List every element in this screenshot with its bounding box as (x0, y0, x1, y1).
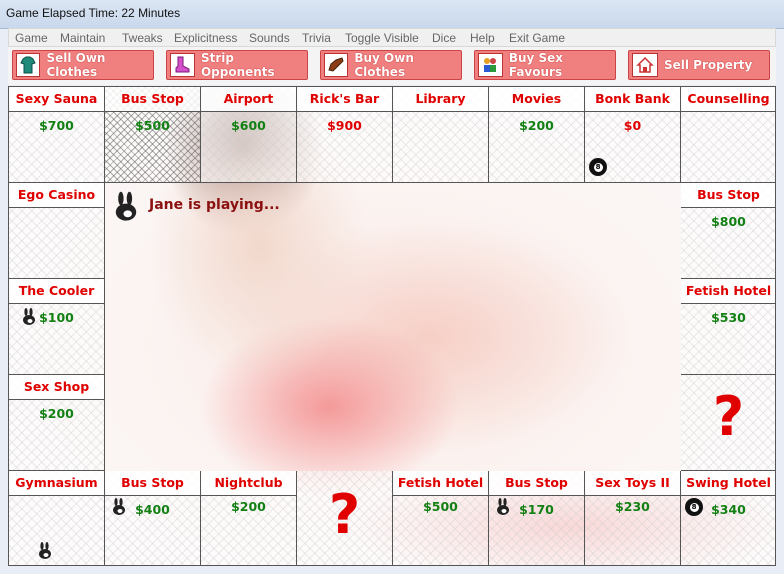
menu-dice[interactable]: Dice (432, 31, 456, 45)
space-price: $200 (231, 499, 266, 514)
buy-own-clothes-label: Buy Own Clothes (354, 51, 414, 79)
space-name: Bus Stop (681, 183, 775, 208)
sell-own-clothes-label: Sell Own Clothes (46, 51, 106, 79)
eight-ball-number: 8 (689, 502, 699, 512)
current-player-rabbit-icon (115, 191, 137, 221)
space-price: $700 (39, 118, 74, 133)
chance-question-mark: ? (712, 385, 745, 448)
space-name: Airport (201, 87, 296, 112)
space-name: Nightclub (201, 471, 296, 496)
space-name: Swing Hotel (681, 471, 775, 496)
board-space-sexy-sauna[interactable]: Sexy Sauna $700 (9, 87, 105, 183)
house-icon (632, 53, 658, 77)
eight-ball-token-icon: 8 (589, 158, 607, 176)
people-icon (478, 53, 503, 77)
rabbit-token-icon (497, 498, 509, 515)
menu-game[interactable]: Game (15, 31, 48, 45)
board-space-ego-casino[interactable]: Ego Casino (9, 183, 105, 279)
rabbit-token-icon (39, 542, 51, 559)
space-price: $200 (39, 406, 74, 421)
menu-exit-game[interactable]: Exit Game (509, 31, 565, 45)
menu-explicitness[interactable]: Explicitness (174, 31, 237, 45)
board-space-bus-stop-right[interactable]: Bus Stop $800 (681, 183, 775, 279)
board-space-movies[interactable]: Movies $200 (489, 87, 585, 183)
rabbit-token-icon (113, 498, 125, 515)
space-price: $500 (423, 499, 458, 514)
space-name: Sex Toys II (585, 471, 680, 496)
space-name: Rick's Bar (297, 87, 392, 112)
board-space-gymnasium[interactable]: Gymnasium (9, 471, 105, 565)
board-space-bus-stop-bottom-1[interactable]: Bus Stop $400 (105, 471, 201, 565)
title-bar: Game Elapsed Time: 22 Minutes (0, 0, 784, 29)
window-title: Game Elapsed Time: 22 Minutes (6, 6, 181, 20)
space-price: $230 (615, 499, 650, 514)
shirt-icon (16, 53, 41, 77)
boot-icon (170, 53, 195, 77)
board-space-bus-stop-bottom-2[interactable]: Bus Stop $170 (489, 471, 585, 565)
space-name: Bus Stop (105, 471, 200, 496)
board-space-airport[interactable]: Airport $600 (201, 87, 297, 183)
space-name: Sexy Sauna (9, 87, 104, 112)
space-name: Gymnasium (9, 471, 104, 496)
space-name: Library (393, 87, 488, 112)
space-price: $530 (711, 310, 746, 325)
board-space-the-cooler[interactable]: The Cooler $100 (9, 279, 105, 375)
space-price: $900 (327, 118, 362, 133)
space-price: $600 (231, 118, 266, 133)
sell-property-button[interactable]: Sell Property (628, 50, 770, 80)
space-price: $0 (623, 118, 642, 133)
chance-question-mark: ? (328, 483, 361, 546)
space-name: Movies (489, 87, 584, 112)
board-space-bus-stop[interactable]: Bus Stop $500 (105, 87, 201, 183)
board-space-chance-right[interactable]: ? (681, 375, 775, 471)
space-name: Fetish Hotel (393, 471, 488, 496)
toolbar: Sell Own Clothes Strip Opponents Buy Own… (8, 47, 776, 85)
board-space-chance-bottom[interactable]: ? (297, 471, 393, 565)
space-price: $500 (135, 118, 170, 133)
menu-trivia[interactable]: Trivia (302, 31, 331, 45)
space-name: Bus Stop (105, 87, 200, 112)
board-space-swing-hotel[interactable]: Swing Hotel $340 8 (681, 471, 775, 565)
board-space-sex-toys-ii[interactable]: Sex Toys II $230 (585, 471, 681, 565)
board-space-fetish-hotel-bottom[interactable]: Fetish Hotel $500 (393, 471, 489, 565)
space-name: Fetish Hotel (681, 279, 775, 304)
menu-maintain[interactable]: Maintain (60, 31, 105, 45)
strip-opponents-button[interactable]: Strip Opponents (166, 50, 308, 80)
space-name: Bus Stop (489, 471, 584, 496)
board-space-fetish-hotel-right[interactable]: Fetish Hotel $530 (681, 279, 775, 375)
menu-toggle-visible[interactable]: Toggle Visible (345, 31, 419, 45)
space-name: Ego Casino (9, 183, 104, 208)
space-name: Counselling (681, 87, 775, 112)
game-board: Sexy Sauna $700 Bus Stop $500 Airport $6… (8, 86, 776, 566)
space-name: Bonk Bank (585, 87, 680, 112)
buy-sex-favours-label: Buy Sex Favours (508, 51, 564, 79)
space-price: $200 (519, 118, 554, 133)
rabbit-token-icon (23, 308, 35, 325)
board-space-nightclub[interactable]: Nightclub $200 (201, 471, 297, 565)
shoe-icon (324, 53, 349, 77)
menu-sounds[interactable]: Sounds (249, 31, 290, 45)
buy-sex-favours-button[interactable]: Buy Sex Favours (474, 50, 616, 80)
board-space-counselling[interactable]: Counselling (681, 87, 775, 183)
space-price: $800 (711, 214, 746, 229)
menu-tweaks[interactable]: Tweaks (122, 31, 163, 45)
sell-property-label: Sell Property (664, 58, 753, 72)
eight-ball-token-icon: 8 (685, 498, 703, 516)
eight-ball-number: 8 (593, 162, 603, 172)
strip-opponents-label: Strip Opponents (200, 51, 275, 79)
space-name: The Cooler (9, 279, 104, 304)
current-player-status: Jane is playing... (149, 197, 280, 213)
sell-own-clothes-button[interactable]: Sell Own Clothes (12, 50, 154, 80)
board-space-bonk-bank[interactable]: Bonk Bank $0 8 (585, 87, 681, 183)
menu-bar: Game Maintain Tweaks Explicitness Sounds… (8, 28, 776, 47)
menu-help[interactable]: Help (470, 31, 495, 45)
board-space-library[interactable]: Library (393, 87, 489, 183)
buy-own-clothes-button[interactable]: Buy Own Clothes (320, 50, 462, 80)
board-space-sex-shop[interactable]: Sex Shop $200 (9, 375, 105, 471)
board-space-ricks-bar[interactable]: Rick's Bar $900 (297, 87, 393, 183)
space-name: Sex Shop (9, 375, 104, 400)
